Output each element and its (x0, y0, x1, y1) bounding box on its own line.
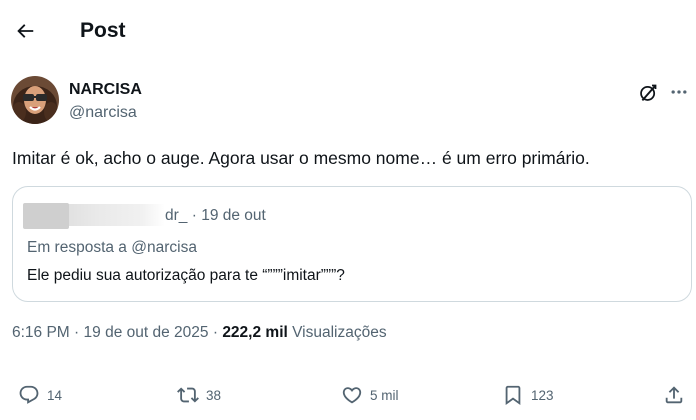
share-icon (665, 386, 683, 404)
bookmark-button[interactable]: 123 (502, 381, 554, 409)
reply-button[interactable]: 14 (18, 381, 62, 409)
quoted-handle-fragment: dr_ (165, 207, 188, 224)
page-title: Post (80, 19, 126, 42)
quoted-tweet[interactable]: dr_ · 19 de out Em resposta a @narcisa E… (12, 186, 692, 302)
top-bar: Post (0, 0, 696, 64)
quoted-date: 19 de out (201, 207, 266, 224)
more-options-button[interactable] (665, 78, 693, 106)
bookmark-icon (505, 385, 521, 406)
author-handle[interactable]: @narcisa (69, 103, 137, 123)
share-button[interactable] (663, 381, 685, 409)
heart-icon (342, 387, 362, 404)
like-button[interactable]: 5 mil (341, 381, 399, 409)
repost-button[interactable]: 38 (177, 381, 221, 409)
tweet-time[interactable]: 6:16 PM (12, 324, 70, 341)
bookmark-count: 123 (531, 387, 554, 403)
avatar[interactable] (11, 76, 59, 124)
reply-context: Em resposta a @narcisa (27, 239, 197, 256)
back-button[interactable] (10, 16, 40, 46)
more-icon (671, 90, 687, 94)
reply-count: 14 (47, 387, 63, 403)
profile-photo (11, 76, 59, 124)
quoted-tweet-text: Ele pediu sua autorização para te “”””im… (27, 267, 345, 284)
like-count: 5 mil (370, 387, 399, 403)
meta-separator: · (212, 324, 218, 341)
redacted-avatar (23, 203, 69, 229)
repost-count: 38 (206, 387, 222, 403)
tweet-text: Imitar é ok, acho o auge. Agora usar o m… (12, 148, 590, 168)
grok-icon (639, 84, 656, 101)
author-display-name[interactable]: NARCISA (69, 80, 142, 100)
grok-button[interactable] (634, 78, 662, 106)
meta-separator: · (191, 207, 197, 224)
tweet-date[interactable]: 19 de out de 2025 (84, 324, 209, 341)
views-count: 222,2 mil (222, 324, 288, 341)
repost-icon (177, 387, 199, 403)
arrow-left-icon (17, 24, 34, 38)
reply-icon (19, 385, 39, 404)
views-label: Visualizações (292, 324, 387, 341)
tweet-meta: 6:16 PM · 19 de out de 2025 · 222,2 mil … (12, 323, 387, 343)
quoted-tweet-meta: dr_ · 19 de out (165, 206, 266, 226)
meta-separator: · (74, 324, 80, 341)
